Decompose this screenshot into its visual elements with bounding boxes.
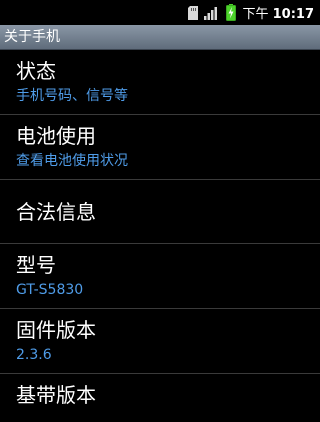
status-bar: 下午 10:17 bbox=[0, 0, 320, 25]
title-bar: 关于手机 bbox=[0, 25, 320, 50]
item-title: 电池使用 bbox=[16, 124, 96, 148]
page-title: 关于手机 bbox=[4, 29, 60, 45]
sd-card-icon bbox=[188, 5, 199, 20]
item-summary: 2.3.6 bbox=[16, 347, 52, 363]
status-time: 下午 10:17 bbox=[242, 3, 314, 22]
item-summary: 查看电池使用状况 bbox=[16, 153, 128, 169]
item-title: 固件版本 bbox=[16, 318, 96, 342]
item-title: 状态 bbox=[16, 59, 56, 83]
list-item-baseband-version: 基带版本 bbox=[0, 374, 320, 422]
status-icons: 下午 10:17 bbox=[182, 0, 314, 25]
item-title: 合法信息 bbox=[16, 200, 96, 224]
item-summary: 手机号码、信号等 bbox=[16, 88, 128, 104]
item-title: 基带版本 bbox=[16, 383, 96, 407]
settings-list: 状态 手机号码、信号等 电池使用 查看电池使用状况 合法信息 型号 GT-S58… bbox=[0, 50, 320, 422]
list-item-legal-info[interactable]: 合法信息 bbox=[0, 180, 320, 244]
clock: 10:17 bbox=[272, 7, 314, 22]
signal-icon bbox=[204, 6, 220, 20]
battery-charging-icon bbox=[226, 4, 237, 21]
list-item-model: 型号 GT-S5830 bbox=[0, 244, 320, 309]
list-item-battery-use[interactable]: 电池使用 查看电池使用状况 bbox=[0, 115, 320, 180]
status-ampm: 下午 bbox=[242, 7, 269, 22]
item-summary: GT-S5830 bbox=[16, 282, 84, 298]
list-item-firmware-version: 固件版本 2.3.6 bbox=[0, 309, 320, 374]
item-title: 型号 bbox=[16, 253, 56, 277]
list-item-status[interactable]: 状态 手机号码、信号等 bbox=[0, 50, 320, 115]
